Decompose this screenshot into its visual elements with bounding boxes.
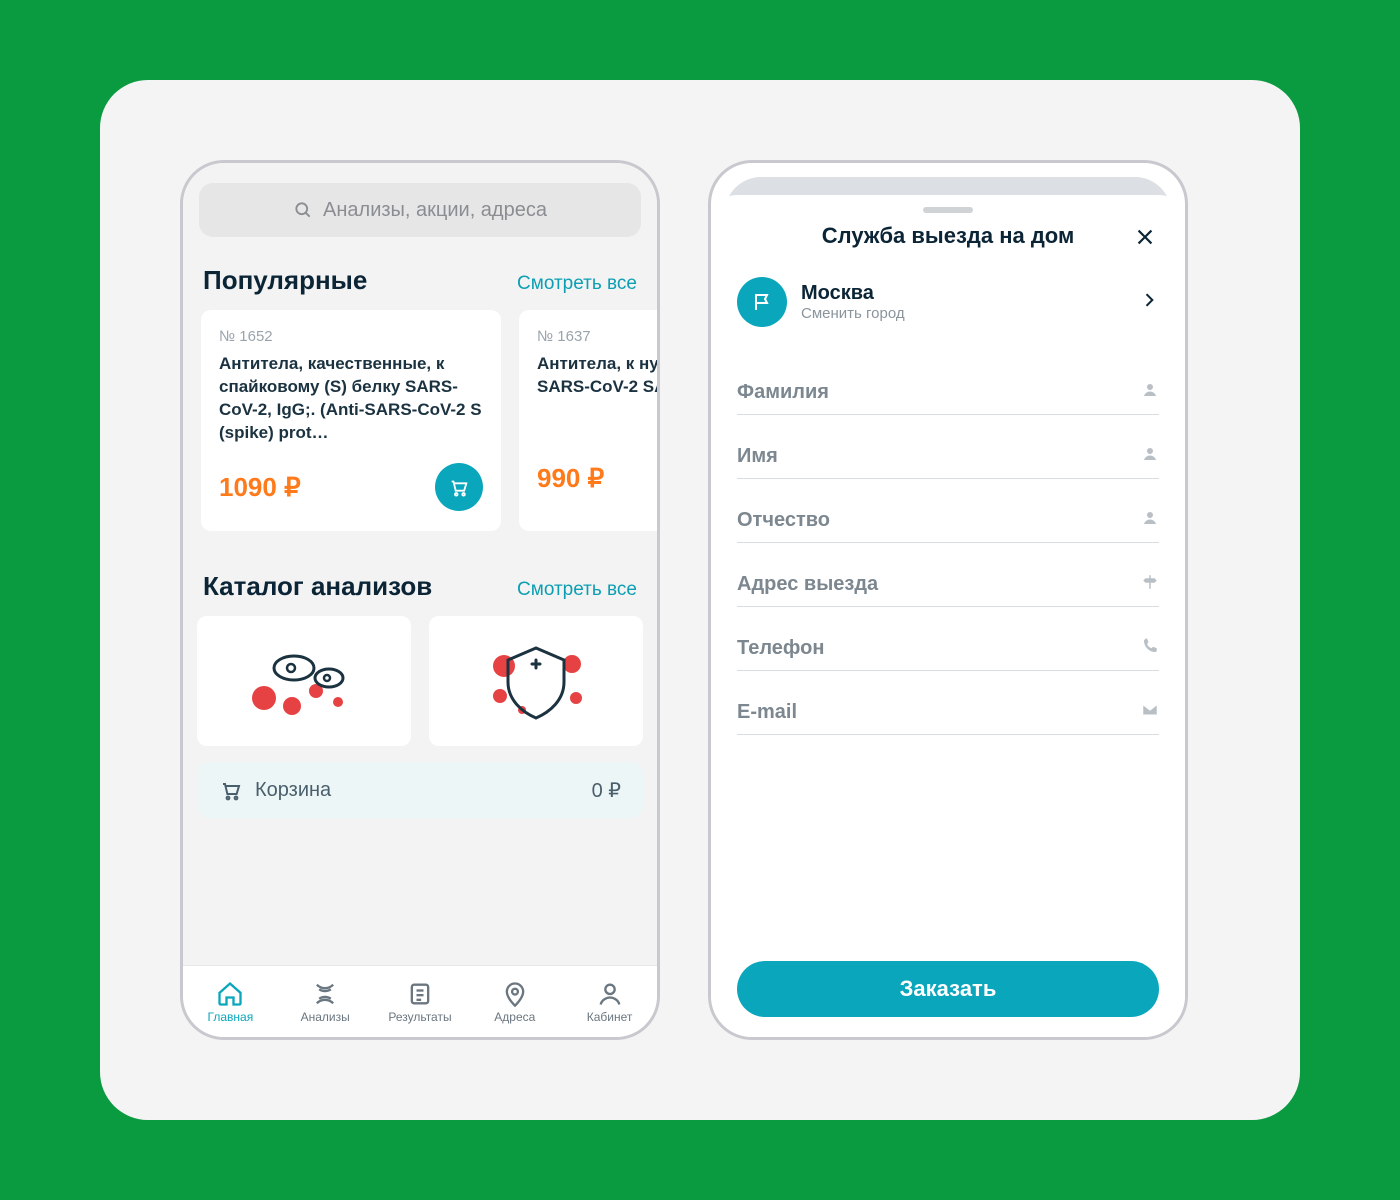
field-label: Телефон [737, 637, 824, 659]
see-all-link[interactable]: Смотреть все [517, 273, 637, 295]
pin-icon [501, 980, 529, 1008]
search-input[interactable]: Анализы, акции, адреса [199, 183, 641, 237]
flag-icon [750, 290, 774, 314]
tab-label: Главная [208, 1010, 254, 1024]
firstname-field[interactable]: Имя [737, 415, 1159, 479]
add-to-cart-button[interactable] [435, 463, 483, 511]
card-price: 1090 ₽ [219, 472, 301, 503]
city-selector[interactable]: Москва Сменить город [737, 267, 1159, 351]
tab-label: Анализы [301, 1010, 350, 1024]
popular-cards: № 1652 Антитела, качественные, к спайков… [183, 310, 657, 553]
close-button[interactable] [1131, 223, 1159, 251]
address-field[interactable]: Адрес выезда [737, 543, 1159, 607]
shield-icon [466, 636, 606, 726]
catalog-row [183, 616, 657, 746]
dna-icon [311, 980, 339, 1008]
signpost-icon [1141, 573, 1159, 596]
blood-cells-icon [234, 636, 374, 726]
phone-field[interactable]: Телефон [737, 607, 1159, 671]
tab-home[interactable]: Главная [183, 966, 278, 1037]
section-popular: Популярные Смотреть все [183, 247, 657, 310]
cart-icon [219, 778, 243, 802]
bottom-sheet: Служба выезда на дом Москва Сменить горо… [711, 195, 1185, 1037]
cart-amount: 0 ₽ [592, 778, 621, 803]
tab-label: Результаты [388, 1010, 451, 1024]
home-icon [216, 980, 244, 1008]
search-icon [293, 200, 313, 220]
phone-icon [1141, 637, 1159, 660]
tabbar: Главная Анализы Результаты Адреса Кабине… [183, 965, 657, 1037]
patronymic-field[interactable]: Отчество [737, 479, 1159, 543]
order-button[interactable]: Заказать [737, 961, 1159, 1017]
order-button-label: Заказать [900, 976, 997, 1002]
results-icon [406, 980, 434, 1008]
email-field[interactable]: E-mail [737, 671, 1159, 735]
field-label: Фамилия [737, 381, 829, 403]
tab-label: Кабинет [587, 1010, 633, 1024]
cart-label: Корзина [255, 779, 331, 802]
person-icon [1141, 381, 1159, 404]
search-wrap: Анализы, акции, адреса [183, 163, 657, 247]
city-name: Москва [801, 282, 905, 305]
cart-icon [448, 476, 470, 498]
product-card[interactable]: № 1637 Антитела, к нуклеокапси SARS-CoV-… [519, 310, 657, 531]
sheet-title: Служба выезда на дом [822, 223, 1074, 249]
profile-icon [596, 980, 624, 1008]
field-label: Отчество [737, 509, 830, 531]
catalog-tile-immune[interactable] [429, 616, 643, 746]
lastname-field[interactable]: Фамилия [737, 351, 1159, 415]
section-title: Популярные [203, 265, 367, 296]
sheet-header: Служба выезда на дом [737, 223, 1159, 249]
mail-icon [1141, 701, 1159, 724]
card-number: № 1652 [219, 328, 483, 345]
city-change-label: Сменить город [801, 305, 905, 322]
tab-tests[interactable]: Анализы [278, 966, 373, 1037]
field-label: Имя [737, 445, 778, 467]
card-title: Антитела, качественные, к спайковому (S)… [219, 353, 483, 449]
chevron-right-icon [1139, 290, 1159, 315]
person-icon [1141, 445, 1159, 468]
tab-addresses[interactable]: Адреса [467, 966, 562, 1037]
phone-order-form: Служба выезда на дом Москва Сменить горо… [708, 160, 1188, 1040]
card-price: 990 ₽ [537, 463, 604, 494]
cart-bar[interactable]: Корзина 0 ₽ [197, 762, 643, 818]
person-icon [1141, 509, 1159, 532]
tab-profile[interactable]: Кабинет [562, 966, 657, 1037]
product-card[interactable]: № 1652 Антитела, качественные, к спайков… [201, 310, 501, 531]
see-all-link[interactable]: Смотреть все [517, 579, 637, 601]
close-icon [1134, 226, 1156, 248]
card-number: № 1637 [537, 328, 657, 345]
card-title: Антитела, к нуклеокапси SARS-CoV-2 SARS-… [537, 353, 657, 449]
field-label: E-mail [737, 701, 797, 723]
sheet-grabber[interactable] [923, 207, 973, 213]
phone-main: Анализы, акции, адреса Популярные Смотре… [180, 160, 660, 1040]
city-badge [737, 277, 787, 327]
search-placeholder: Анализы, акции, адреса [323, 199, 547, 222]
field-label: Адрес выезда [737, 573, 878, 595]
section-title: Каталог анализов [203, 571, 432, 602]
tab-results[interactable]: Результаты [373, 966, 468, 1037]
section-catalog: Каталог анализов Смотреть все [183, 553, 657, 616]
stage: Анализы, акции, адреса Популярные Смотре… [100, 80, 1300, 1120]
tab-label: Адреса [494, 1010, 535, 1024]
city-text: Москва Сменить город [801, 282, 905, 322]
catalog-tile-blood[interactable] [197, 616, 411, 746]
